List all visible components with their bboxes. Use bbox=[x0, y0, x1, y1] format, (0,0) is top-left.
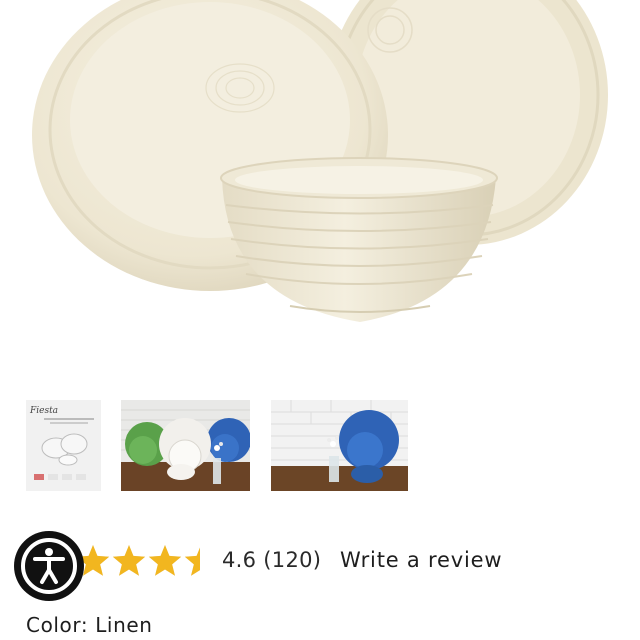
product-main-image[interactable] bbox=[0, 0, 640, 392]
rating-summary: 4.6 (120) bbox=[222, 548, 321, 572]
rating-row: 4.6 (120) Write a review bbox=[0, 536, 640, 590]
dinnerware-photo bbox=[32, 0, 640, 392]
multi-color-sets-image bbox=[121, 400, 250, 491]
color-value: Linen bbox=[95, 613, 153, 637]
color-label: Color: bbox=[26, 613, 89, 637]
color-selection-line: Color: Linen bbox=[26, 613, 153, 637]
star-filled-icon bbox=[184, 547, 200, 576]
rating-value: 4.6 bbox=[222, 548, 257, 572]
blue-set-image bbox=[271, 400, 408, 491]
accessibility-person-icon bbox=[21, 538, 77, 594]
accessibility-button[interactable] bbox=[14, 531, 84, 601]
thumbnail-blue-set[interactable] bbox=[271, 400, 408, 491]
thumbnail-brand-text: Fiesta bbox=[29, 406, 58, 416]
thumbnail-green-white-blue-sets[interactable] bbox=[121, 400, 250, 491]
star-filled-icon bbox=[112, 545, 146, 576]
star-filled-icon bbox=[148, 545, 182, 576]
write-review-link[interactable]: Write a review bbox=[340, 548, 502, 572]
dimensions-card-image: Fiesta bbox=[26, 400, 101, 491]
rating-count: (120) bbox=[263, 548, 322, 572]
thumbnail-dimensions-card[interactable]: Fiesta bbox=[26, 400, 101, 491]
product-page: Fiesta 4.6 (120) Write a review Color: L… bbox=[0, 0, 640, 640]
